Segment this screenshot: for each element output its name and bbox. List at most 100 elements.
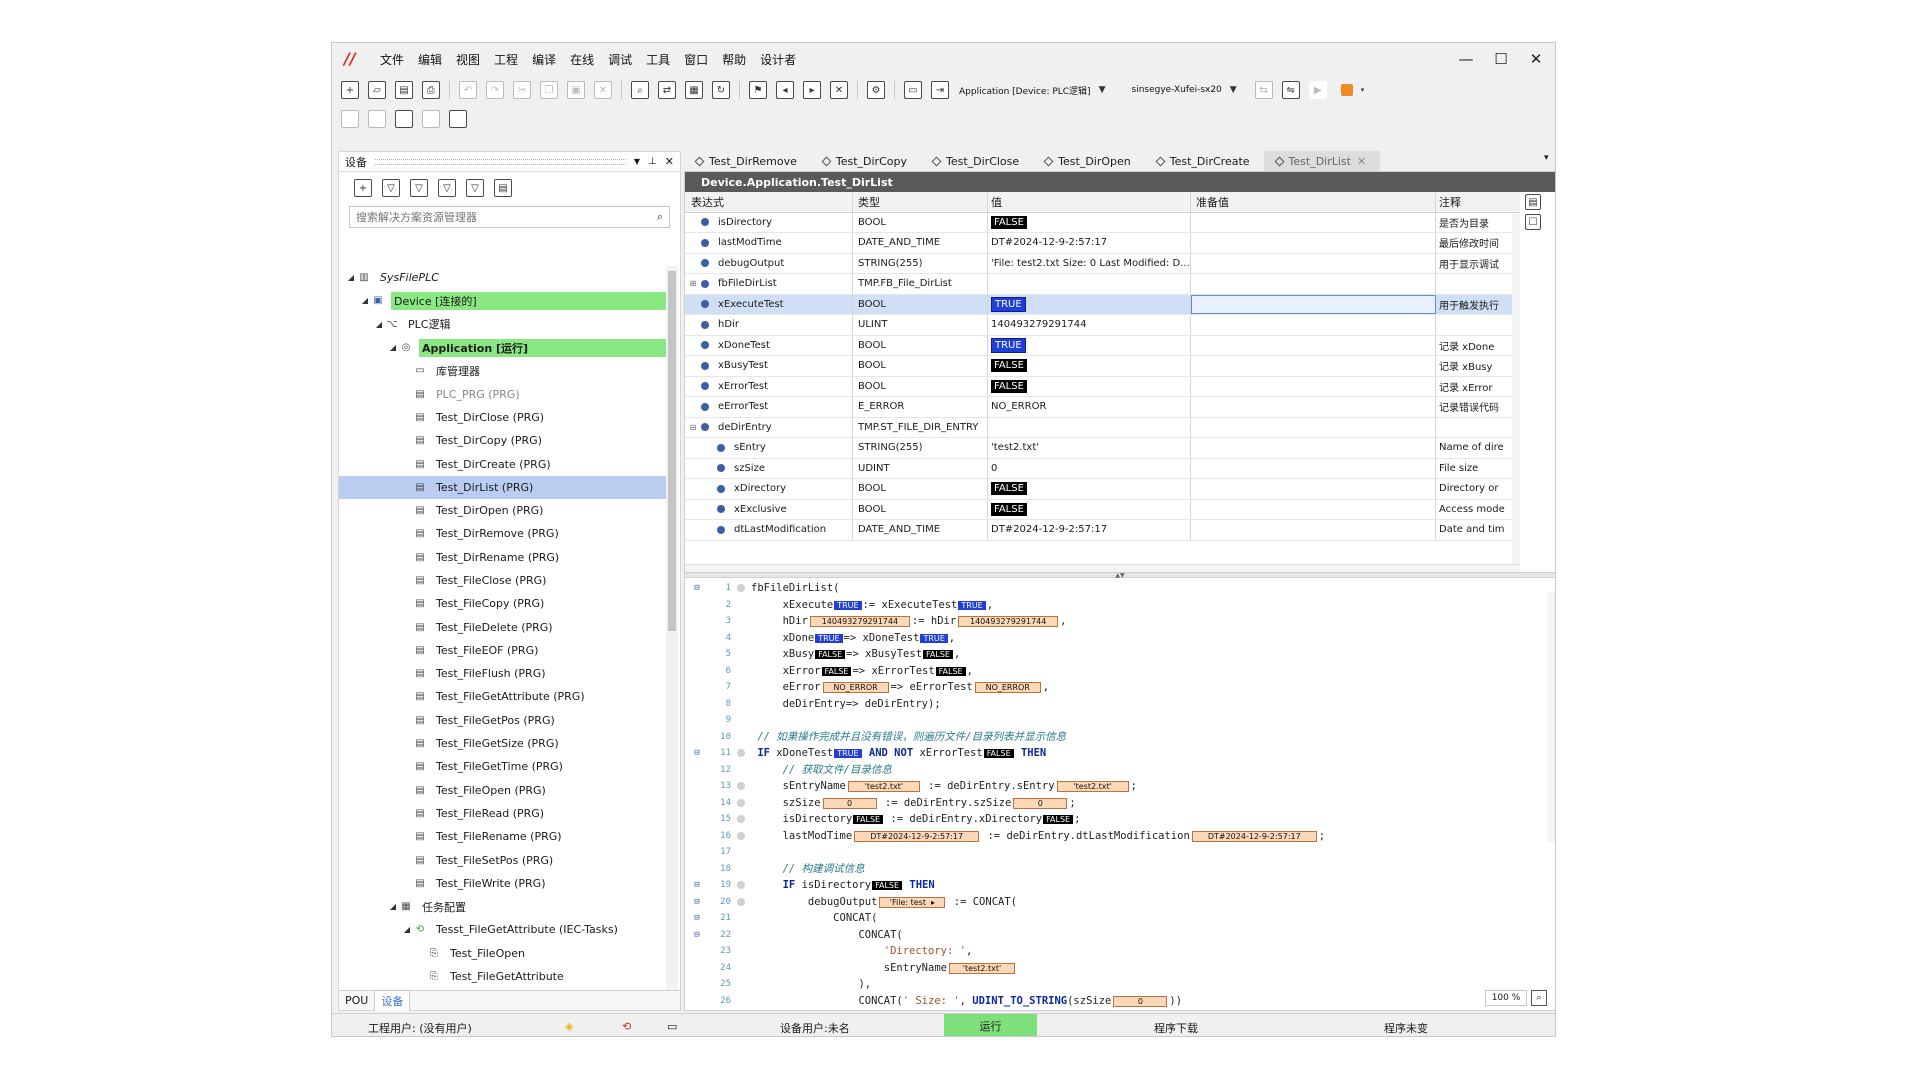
tree-item[interactable]: ⎘ Test_FileGetAttribute: [339, 965, 667, 988]
breakpoint-marker[interactable]: [731, 798, 751, 807]
code-line[interactable]: 14 szSize 0 := deDirEntry.szSize 0;: [685, 795, 1543, 812]
tab-devices[interactable]: 设备: [374, 990, 411, 1011]
code-line[interactable]: 24 sEntryName'test2.txt': [685, 960, 1543, 977]
table-row[interactable]: xExclusive BOOL FALSE Access mode: [685, 499, 1520, 520]
prepared-value-cell[interactable]: [1191, 233, 1436, 253]
code-line[interactable]: 15 isDirectory FALSE := deDirEntry.xDirec…: [685, 811, 1543, 828]
new-file-icon[interactable]: +: [341, 81, 359, 99]
breakpoint-marker[interactable]: [731, 815, 751, 824]
expand-arrow-icon[interactable]: ◢: [401, 925, 413, 934]
tree-item[interactable]: ◢ ▥ SysFilePLC: [339, 266, 667, 289]
expand-toggle-icon[interactable]: ⊟: [685, 423, 701, 432]
prepared-value-cell[interactable]: [1191, 376, 1436, 396]
tree-item[interactable]: ◢ ⟲ Tesst_FileGetAttribute (IEC-Tasks): [339, 918, 667, 941]
page-icon[interactable]: [368, 110, 386, 128]
code-line[interactable]: 16 lastModTime DT#2024-12-9-2:57:17 := de…: [685, 828, 1543, 845]
table-row[interactable]: xDoneTest BOOL TRUE 记录 xDone: [685, 335, 1520, 356]
zoom-icon[interactable]: ⌕: [1531, 990, 1547, 1006]
page-icon[interactable]: [449, 110, 467, 128]
close-window-button[interactable]: ✕: [1522, 49, 1550, 69]
application-dropdown[interactable]: Application [Device: PLC逻辑]: [959, 84, 1091, 97]
chevron-down-icon[interactable]: ▼: [634, 157, 640, 166]
code-line[interactable]: 26 CONCAT(' Size: ', UDINT_TO_STRING(szS…: [685, 993, 1543, 1010]
code-line[interactable]: ⊟ 21 CONCAT(: [685, 910, 1543, 927]
table-row[interactable]: isDirectory BOOL FALSE 是否为目录: [685, 212, 1520, 233]
editor-tab[interactable]: Test_DirOpen: [1033, 151, 1145, 171]
code-scrollbar[interactable]: [1547, 592, 1555, 842]
tree-item[interactable]: ▤ Test_DirOpen (PRG): [339, 499, 667, 522]
search-icon[interactable]: ⌕: [657, 210, 663, 224]
table-row[interactable]: szSize UDINT 0 File size: [685, 458, 1520, 479]
prepared-value-cell[interactable]: [1191, 274, 1436, 294]
stop-icon[interactable]: [1340, 84, 1353, 96]
tree-item[interactable]: ▤ Test_FileWrite (PRG): [339, 872, 667, 895]
maximize-button[interactable]: ☐: [1487, 49, 1515, 69]
pin-icon[interactable]: ⊥: [648, 156, 657, 167]
table-row[interactable]: lastModTime DATE_AND_TIME DT#2024-12-9-2:5…: [685, 233, 1520, 254]
menu-item[interactable]: 视图: [456, 51, 480, 68]
table-row[interactable]: xExecuteTest BOOL TRUE 用于触发执行: [685, 294, 1520, 315]
editor-tab[interactable]: Test_DirList ✕: [1263, 151, 1381, 171]
prepared-value-cell[interactable]: [1191, 417, 1436, 437]
expand-arrow-icon[interactable]: ◢: [373, 320, 385, 329]
code-line[interactable]: 23 'Directory: ',: [685, 943, 1543, 960]
code-line[interactable]: 17: [685, 844, 1543, 861]
prepared-value-cell[interactable]: [1191, 294, 1436, 314]
tree-item[interactable]: ▤ Test_FileGetPos (PRG): [339, 709, 667, 732]
menu-item[interactable]: 工程: [494, 51, 518, 68]
build-icon[interactable]: ▦: [685, 81, 703, 99]
redo-icon[interactable]: ↷: [486, 81, 504, 99]
menu-item[interactable]: 编译: [532, 51, 556, 68]
fold-toggle-icon[interactable]: ⊟: [685, 930, 709, 940]
search-input[interactable]: [356, 210, 657, 224]
column-header[interactable]: 值: [988, 192, 1191, 212]
tree-item[interactable]: ▤ Test_FileDelete (PRG): [339, 615, 667, 638]
breakpoint-marker[interactable]: [731, 782, 751, 791]
filter-icon[interactable]: ▽: [382, 179, 400, 197]
menu-item[interactable]: 窗口: [684, 51, 708, 68]
expand-arrow-icon[interactable]: ◢: [387, 343, 399, 352]
code-line[interactable]: 5 xBusy FALSE => xBusyTest FALSE,: [685, 646, 1543, 663]
open-folder-icon[interactable]: ▱: [368, 81, 386, 99]
editor-splitter[interactable]: ▲▼: [685, 572, 1555, 579]
code-line[interactable]: ⊟ 20 debugOutput 'File: test ▸ := CONCAT(: [685, 894, 1543, 911]
prepared-value-cell[interactable]: [1191, 520, 1436, 540]
expand-arrow-icon[interactable]: ◢: [345, 273, 357, 282]
menu-item[interactable]: 文件: [380, 51, 404, 68]
code-line[interactable]: ⊟ 22 CONCAT(: [685, 927, 1543, 944]
expand-arrow-icon[interactable]: ◢: [359, 296, 371, 305]
prepared-value-cell[interactable]: [1191, 458, 1436, 478]
fold-toggle-icon[interactable]: ⊟: [685, 897, 709, 907]
table-row[interactable]: xErrorTest BOOL FALSE 记录 xError: [685, 376, 1520, 397]
tab-list-icon[interactable]: ▾: [1544, 153, 1549, 163]
code-line[interactable]: ⊟ 11 IF xDoneTest TRUE AND NOT xErrorTest F…: [685, 745, 1543, 762]
device-window-icon[interactable]: ▭: [904, 81, 922, 99]
tree-item[interactable]: ▤ Test_DirClose (PRG): [339, 406, 667, 429]
tree-item[interactable]: ▤ Test_DirRemove (PRG): [339, 522, 667, 545]
code-line[interactable]: 25 ),: [685, 976, 1543, 993]
code-line[interactable]: 18 // 构建调试信息: [685, 861, 1543, 878]
tab-pou[interactable]: POU: [339, 992, 374, 1009]
settings-wrench-icon[interactable]: ⚙: [867, 81, 885, 99]
bookmark-next-icon[interactable]: ▸: [803, 81, 821, 99]
table-scrollbar[interactable]: [1512, 214, 1520, 564]
prepared-value-cell[interactable]: [1191, 479, 1436, 499]
undo-icon[interactable]: ↶: [459, 81, 477, 99]
code-line[interactable]: ⊟ 19 IF isDirectory FALSE THEN: [685, 877, 1543, 894]
table-row[interactable]: sEntry STRING(255)'test2.txt' Name of dire: [685, 438, 1520, 459]
code-line[interactable]: 8 deDirEntry=> deDirEntry);: [685, 696, 1543, 713]
table-row[interactable]: xBusyTest BOOL FALSE 记录 xBusy: [685, 356, 1520, 377]
table-view-icon[interactable]: ☐: [1525, 214, 1541, 230]
login-icon[interactable]: ⇥: [931, 81, 949, 99]
tree-scrollbar[interactable]: [666, 266, 678, 1006]
prepared-value-cell[interactable]: [1191, 356, 1436, 376]
fold-toggle-icon[interactable]: ⊟: [685, 583, 709, 593]
bookmark-prev-icon[interactable]: ◂: [776, 81, 794, 99]
prepared-value-cell[interactable]: [1191, 335, 1436, 355]
code-line[interactable]: 10 // 如果操作完成并且没有错误，则遍历文件/目录列表并显示信息: [685, 729, 1543, 746]
table-row[interactable]: debugOutput STRING(255) 'File: test2.txt S…: [685, 253, 1520, 274]
cut-icon[interactable]: ✂: [513, 81, 531, 99]
sync-icon[interactable]: ⟲: [622, 1020, 631, 1033]
tree-item[interactable]: ▤ Test_FileEOF (PRG): [339, 639, 667, 662]
code-line[interactable]: ⊟ 1 fbFileDirList(: [685, 580, 1543, 597]
